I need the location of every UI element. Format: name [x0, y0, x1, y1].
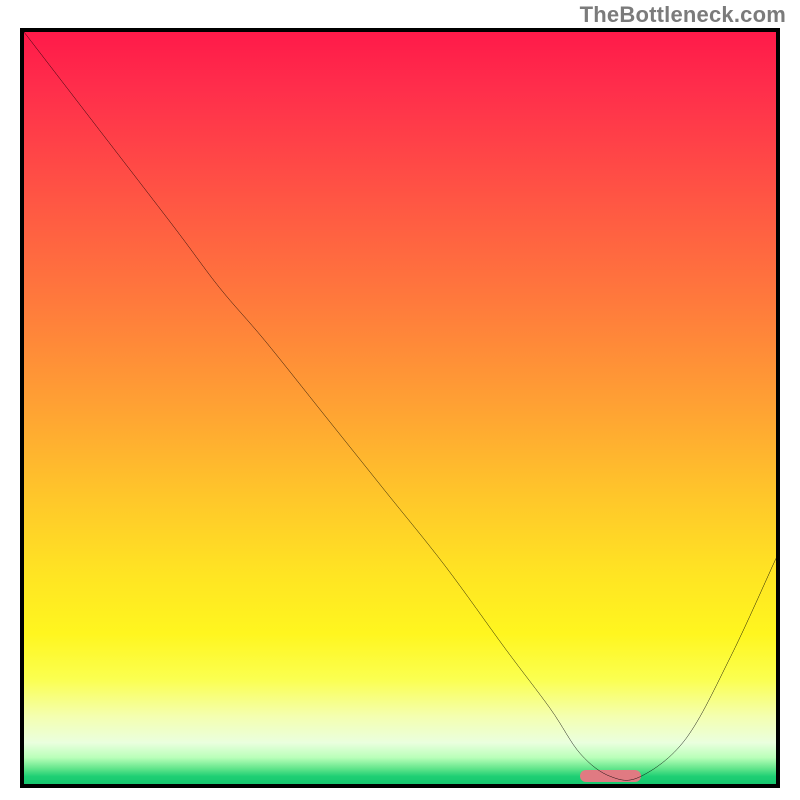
plot-frame: [20, 28, 780, 788]
watermark-text: TheBottleneck.com: [580, 2, 786, 28]
chart-root: TheBottleneck.com: [0, 0, 800, 800]
bottleneck-curve: [24, 32, 776, 784]
